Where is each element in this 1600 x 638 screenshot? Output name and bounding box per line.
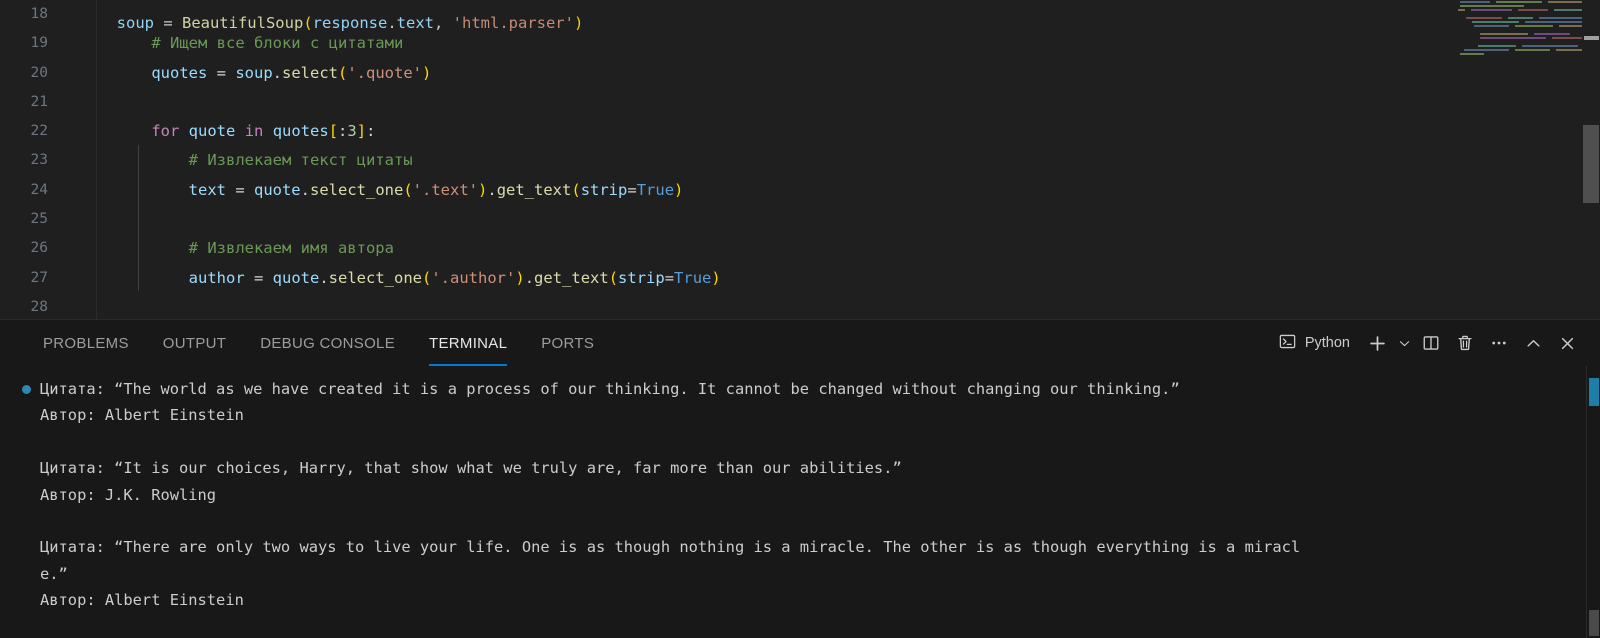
scrollbar-overview-marker xyxy=(1584,36,1599,40)
line-number: 22 xyxy=(30,123,48,140)
panel-tabs[interactable]: PROBLEMS OUTPUT DEBUG CONSOLE TERMINAL PORTS xyxy=(0,320,611,366)
line-number: 20 xyxy=(30,64,48,81)
new-terminal-button[interactable] xyxy=(1360,326,1394,360)
code-line[interactable]: 20 quotes = soup.select('.quote') xyxy=(0,59,1540,88)
code-line-text: # Извлекаем имя автора xyxy=(188,239,394,258)
minimap-segment xyxy=(1548,1,1582,3)
code-line-text: quotes = soup.select('.quote') xyxy=(151,63,432,82)
minimap-segment xyxy=(1515,49,1550,51)
line-number: 18 xyxy=(30,6,48,22)
minimap-segment xyxy=(1551,37,1582,39)
minimap-segment xyxy=(1508,17,1534,19)
terminal-line: Цитата: “The world as we have created it… xyxy=(0,376,1555,402)
minimap-segment xyxy=(1518,9,1548,11)
editor-scrollbar-thumb[interactable] xyxy=(1583,125,1599,203)
code-line[interactable]: 24 text = quote.select_one('.text').get_… xyxy=(0,176,1540,205)
minimap-segment xyxy=(1555,49,1582,51)
minimap-segment xyxy=(1472,21,1519,23)
minimap-segment xyxy=(1534,33,1570,35)
code-line[interactable]: 26 # Извлекаем имя автора xyxy=(0,234,1540,263)
tab-terminal[interactable]: TERMINAL xyxy=(412,320,524,366)
active-terminal-label: Python xyxy=(1304,335,1350,351)
tab-output[interactable]: OUTPUT xyxy=(146,320,243,366)
minimap-segment xyxy=(1539,17,1582,19)
terminal-line: e.” xyxy=(40,564,68,583)
code-line[interactable]: 28 xyxy=(0,293,1540,319)
terminal-text: Цитата: “The world as we have created it… xyxy=(0,376,1555,614)
code-line[interactable]: 18 xyxy=(0,0,1540,29)
bottom-panel[interactable]: PROBLEMS OUTPUT DEBUG CONSOLE TERMINAL PORTS… xyxy=(0,319,1600,638)
minimap-segment xyxy=(1458,9,1466,11)
line-number: 19 xyxy=(30,35,48,52)
line-number: 24 xyxy=(30,181,48,198)
terminal-scrollbar-thumb[interactable] xyxy=(1589,610,1599,636)
code-line[interactable]: 25 xyxy=(0,205,1540,234)
code-line-text: # Ищем все блоки с цитатами xyxy=(151,34,404,53)
panel-actions-toolbar[interactable]: Python xyxy=(1275,320,1584,366)
minimap-segment xyxy=(1466,17,1503,19)
indent-guide xyxy=(138,145,139,291)
terminal-line: Автор: Albert Einstein xyxy=(40,591,244,610)
code-line[interactable]: 22 for quote in quotes[:3]: xyxy=(0,117,1540,146)
editor-minimap[interactable] xyxy=(1452,0,1582,319)
code-line[interactable]: 23 # Извлекаем текст цитаты xyxy=(0,146,1540,175)
tab-problems[interactable]: PROBLEMS xyxy=(26,320,146,366)
line-number: 26 xyxy=(30,240,48,257)
editor-scrollbar[interactable] xyxy=(1582,0,1600,319)
code-line-text: text = quote.select_one('.text').get_tex… xyxy=(188,180,684,199)
minimap-segment xyxy=(1464,49,1510,51)
minimap-segment xyxy=(1522,45,1578,47)
command-decoration-dot[interactable] xyxy=(22,385,31,394)
code-line[interactable]: 19 # Ищем все блоки с цитатами xyxy=(0,29,1540,58)
code-line[interactable]: 27 author = quote.select_one('.author').… xyxy=(0,264,1540,293)
minimap-segment xyxy=(1460,5,1524,7)
minimap-line xyxy=(1452,52,1582,56)
line-number: 27 xyxy=(30,269,48,286)
terminal-icon xyxy=(1279,333,1296,354)
minimap-segment xyxy=(1480,33,1528,35)
terminal-command-marker xyxy=(1589,378,1599,406)
code-editor[interactable]: soup = BeautifulSoup(response.text, 'htm… xyxy=(0,0,1600,319)
line-number: 25 xyxy=(30,211,48,228)
more-actions-button[interactable] xyxy=(1482,326,1516,360)
minimap-segment xyxy=(1559,25,1582,27)
new-terminal-dropdown-button[interactable] xyxy=(1394,326,1414,360)
code-line-text: # Извлекаем текст цитаты xyxy=(188,151,413,170)
code-line-text: for quote in quotes[:3]: xyxy=(151,122,376,141)
code-line-text: author = quote.select_one('.author').get… xyxy=(188,268,721,287)
code-line[interactable]: 21 xyxy=(0,88,1540,117)
code-lines-container[interactable]: 18 19 # Ищем все блоки с цитатами 20 quote… xyxy=(0,0,1540,319)
maximize-panel-button[interactable] xyxy=(1516,326,1550,360)
close-panel-button[interactable] xyxy=(1550,326,1584,360)
terminal-line: Цитата: “There are only two ways to live… xyxy=(40,538,1301,557)
line-number: 28 xyxy=(30,298,48,315)
terminal-output-area[interactable]: Цитата: “The world as we have created it… xyxy=(0,366,1600,638)
terminal-scrollbar[interactable] xyxy=(1586,366,1600,638)
kill-terminal-button[interactable] xyxy=(1448,326,1482,360)
minimap-segment xyxy=(1524,21,1582,23)
tab-ports[interactable]: PORTS xyxy=(524,320,611,366)
tab-debug-console[interactable]: DEBUG CONSOLE xyxy=(243,320,412,366)
minimap-segment xyxy=(1514,25,1554,27)
split-terminal-button[interactable] xyxy=(1414,326,1448,360)
terminal-line: Автор: Albert Einstein xyxy=(40,406,244,425)
line-number: 23 xyxy=(30,152,48,169)
minimap-segment xyxy=(1460,1,1490,3)
minimap-segment xyxy=(1480,37,1546,39)
minimap-segment xyxy=(1474,25,1509,27)
terminal-line: Цитата: “It is our choices, Harry, that … xyxy=(40,459,902,478)
minimap-segment xyxy=(1553,9,1582,11)
terminal-line: Автор: J.K. Rowling xyxy=(40,485,217,504)
minimap-segment xyxy=(1460,53,1484,55)
line-number: 21 xyxy=(30,93,48,110)
minimap-segment xyxy=(1471,9,1513,11)
panel-header: PROBLEMS OUTPUT DEBUG CONSOLE TERMINAL PORTS… xyxy=(0,320,1600,366)
minimap-segment xyxy=(1496,1,1542,3)
minimap-segment xyxy=(1478,45,1516,47)
active-terminal-selector[interactable]: Python xyxy=(1275,333,1360,354)
